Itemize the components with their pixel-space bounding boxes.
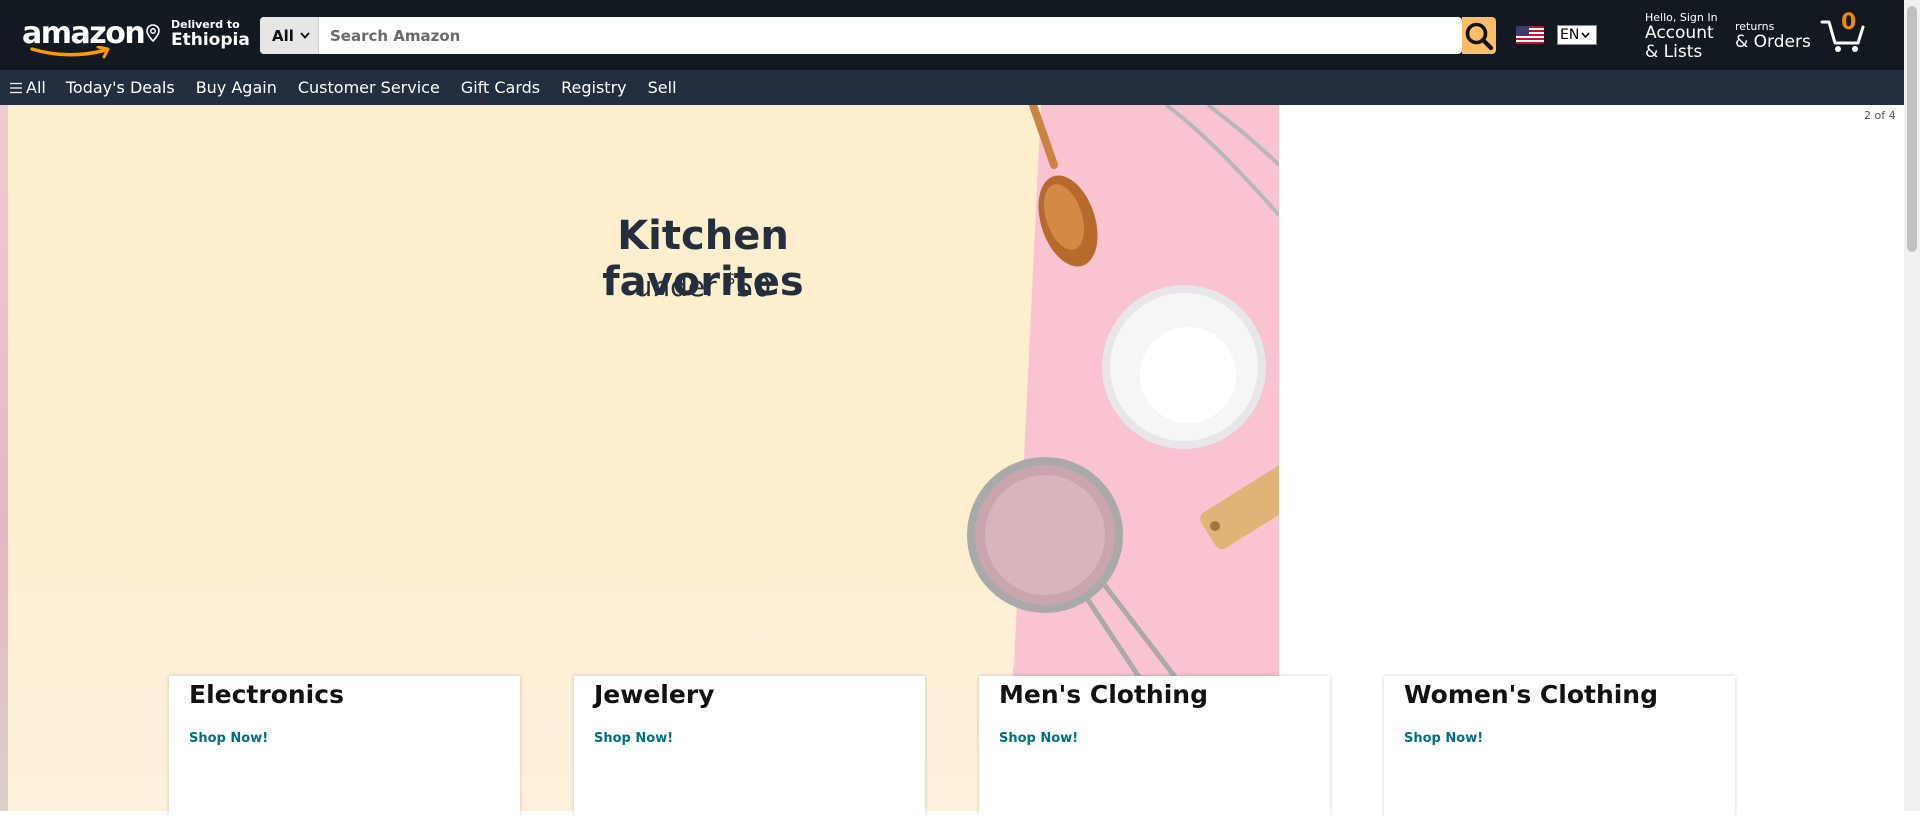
hamburger-menu-icon bbox=[10, 82, 22, 93]
us-flag-icon[interactable] bbox=[1516, 26, 1544, 44]
search-category-label: All bbox=[272, 26, 294, 45]
nav-gift-cards[interactable]: Gift Cards bbox=[461, 78, 540, 97]
amazon-logo[interactable]: amazon bbox=[22, 14, 146, 59]
account-line1: Account bbox=[1645, 23, 1714, 43]
deliver-location: Ethiopia bbox=[171, 30, 250, 50]
page-scrollbar[interactable] bbox=[1904, 0, 1920, 811]
returns-orders[interactable]: returns & Orders bbox=[1735, 20, 1811, 52]
all-menu-label: All bbox=[26, 78, 46, 97]
search-category-select[interactable]: All bbox=[260, 17, 319, 54]
top-navbar: amazon Deliverd to Ethiopia All EN Hello… bbox=[0, 0, 1904, 70]
card-title: Electronics bbox=[189, 680, 344, 709]
cart-button[interactable]: 0 bbox=[1820, 10, 1866, 54]
carousel-pager: 2 of 4 bbox=[1864, 109, 1896, 122]
language-label: EN bbox=[1560, 27, 1580, 43]
nav-registry[interactable]: Registry bbox=[561, 78, 627, 97]
account-line2: & Lists bbox=[1645, 42, 1703, 62]
scrollbar-thumb[interactable] bbox=[1907, 6, 1917, 252]
orders-label: & Orders bbox=[1735, 32, 1811, 52]
card-title: Jewelery bbox=[594, 680, 715, 709]
shop-now-link[interactable]: Shop Now! bbox=[999, 731, 1310, 746]
language-select[interactable]: EN bbox=[1557, 25, 1597, 45]
account-lists[interactable]: Hello, Sign In Account & Lists bbox=[1645, 11, 1718, 62]
chevron-down-icon bbox=[300, 32, 310, 39]
nav-sell[interactable]: Sell bbox=[648, 78, 677, 97]
hero-sub-currency: $ bbox=[725, 269, 736, 288]
smile-arrow-icon bbox=[30, 46, 110, 59]
nav-customer-service[interactable]: Customer Service bbox=[298, 78, 440, 97]
search-input[interactable] bbox=[320, 17, 1422, 54]
category-card-jewelery[interactable]: Jewelery Shop Now! bbox=[574, 676, 925, 816]
white-bowl-image bbox=[1102, 285, 1266, 449]
search-icon bbox=[1465, 22, 1494, 50]
shop-now-link[interactable]: Shop Now! bbox=[189, 731, 500, 746]
secondary-navbar: All Today's Deals Buy Again Customer Ser… bbox=[0, 70, 1904, 105]
category-card-electronics[interactable]: Electronics Shop Now! bbox=[169, 676, 520, 816]
hero-subtitle: under $50 bbox=[528, 269, 878, 303]
hero-sub-amount: 50 bbox=[735, 270, 772, 303]
category-card-mens-clothing[interactable]: Men's Clothing Shop Now! bbox=[979, 676, 1330, 816]
nav-buy-again[interactable]: Buy Again bbox=[196, 78, 277, 97]
category-card-womens-clothing[interactable]: Women's Clothing Shop Now! bbox=[1384, 676, 1735, 816]
hero-sub-prefix: under bbox=[634, 270, 726, 303]
search-bar: All bbox=[260, 17, 1462, 54]
chevron-down-icon bbox=[1581, 32, 1590, 38]
all-menu-button[interactable]: All bbox=[9, 78, 46, 97]
nav-todays-deals[interactable]: Today's Deals bbox=[66, 78, 175, 97]
location-pin-icon bbox=[146, 24, 160, 42]
previous-slide-edge bbox=[0, 105, 8, 811]
shop-now-link[interactable]: Shop Now! bbox=[594, 731, 905, 746]
card-title: Women's Clothing bbox=[1404, 680, 1659, 709]
card-title: Men's Clothing bbox=[999, 680, 1208, 709]
cart-count: 0 bbox=[1841, 10, 1857, 35]
search-button[interactable] bbox=[1462, 17, 1496, 54]
shop-now-link[interactable]: Shop Now! bbox=[1404, 731, 1715, 746]
